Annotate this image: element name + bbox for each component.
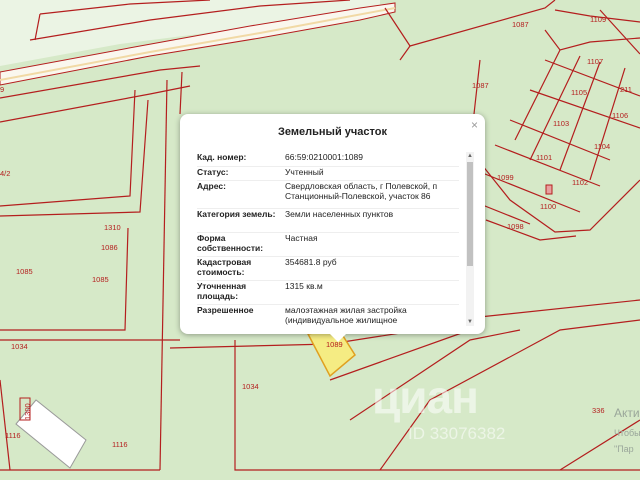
scrollbar-thumb[interactable]: [467, 162, 473, 266]
info-scroll-area[interactable]: Кад. номер: 66:59:0210001:1089 Статус: Учт…: [197, 152, 474, 326]
plot-label: 1087: [512, 20, 529, 29]
info-key: Кад. номер:: [197, 152, 247, 162]
activation-notice-line: "Пар: [614, 444, 634, 454]
plot-label: 1101: [536, 153, 552, 162]
info-row: Кад. номер: 66:59:0210001:1089: [197, 152, 459, 166]
scroll-up-icon[interactable]: ▲: [466, 152, 474, 160]
watermark-id: ID 33076382: [408, 424, 506, 443]
info-value: Учтенный: [285, 166, 324, 177]
plot-label: 1116: [5, 431, 21, 440]
info-row: Разрешенное малоэтажная жилая застройка (…: [197, 304, 459, 326]
scrollbar[interactable]: ▲ ▼: [466, 152, 474, 326]
close-icon[interactable]: ×: [471, 118, 478, 132]
plot-label: 1106: [612, 111, 628, 120]
plot-label: 1034: [11, 342, 28, 351]
scroll-down-icon[interactable]: ▼: [466, 318, 474, 326]
info-value: 354681.8 руб: [285, 256, 337, 267]
plot-label: 1087: [472, 81, 489, 90]
plot-label: 1109: [590, 15, 606, 24]
info-key: Форма собственности:: [197, 232, 264, 253]
info-key: Категория земель:: [197, 208, 276, 219]
info-row: Адрес: Свердловская область, г Полевской,…: [197, 180, 459, 208]
info-key: Адрес:: [197, 180, 226, 191]
activation-notice-title: Акти: [614, 406, 640, 420]
plot-label: 1086: [101, 243, 118, 252]
plot-label: 336: [592, 406, 605, 415]
popup-pointer: [330, 334, 346, 342]
plot-label: 1099: [497, 173, 514, 182]
popup-title: Земельный участок: [278, 126, 387, 138]
building-marker: [545, 184, 553, 195]
info-row: Статус: Учтенный: [197, 166, 459, 180]
info-key: Уточненная площадь:: [197, 280, 247, 301]
plot-label: 1116: [112, 440, 128, 449]
plot-label: 1104: [594, 142, 610, 151]
watermark-logo: циан: [372, 371, 479, 423]
plot-label: 1085: [16, 267, 33, 276]
info-row: Форма собственности: Частная: [197, 232, 459, 256]
plot-label: 1105: [571, 88, 587, 97]
plot-label: 1034: [242, 382, 259, 391]
info-value: Земли населенных пунктов: [285, 208, 394, 219]
plot-label: 1103: [553, 119, 569, 128]
info-row: Уточненная площадь: 1315 кв.м: [197, 280, 459, 304]
info-value: Частная: [285, 232, 318, 243]
plot-label: 1300: [23, 403, 32, 420]
plot-label: 9: [0, 85, 4, 94]
plot-label: 1085: [92, 275, 109, 284]
info-key: Разрешенное: [197, 304, 254, 315]
info-row: Кадастровая стоимость: 354681.8 руб: [197, 256, 459, 280]
plot-label: 211: [620, 85, 632, 94]
plot-label: 1310: [104, 223, 121, 232]
plot-label: 1098: [507, 222, 524, 231]
info-row: Категория земель: Земли населенных пункто…: [197, 208, 459, 232]
info-key: Статус:: [197, 166, 229, 177]
info-value: 1315 кв.м: [285, 280, 323, 291]
info-value: малоэтажная жилая застройка (индивидуаль…: [285, 304, 407, 325]
info-value: Свердловская область, г Полевской, п Ста…: [285, 180, 438, 201]
land-plot-popup: Земельный участок × Кад. номер: 66:59:021…: [180, 114, 485, 342]
activation-notice-line: Чтобы: [614, 428, 640, 438]
plot-label: 1102: [572, 178, 588, 187]
info-value: 66:59:0210001:1089: [285, 152, 363, 162]
plot-label: 4/2: [0, 169, 10, 178]
info-table: Кад. номер: 66:59:0210001:1089 Статус: Учт…: [197, 152, 459, 326]
plot-label: 1100: [540, 202, 556, 211]
info-key: Кадастровая стоимость:: [197, 256, 252, 277]
plot-label: 1107: [587, 57, 603, 66]
